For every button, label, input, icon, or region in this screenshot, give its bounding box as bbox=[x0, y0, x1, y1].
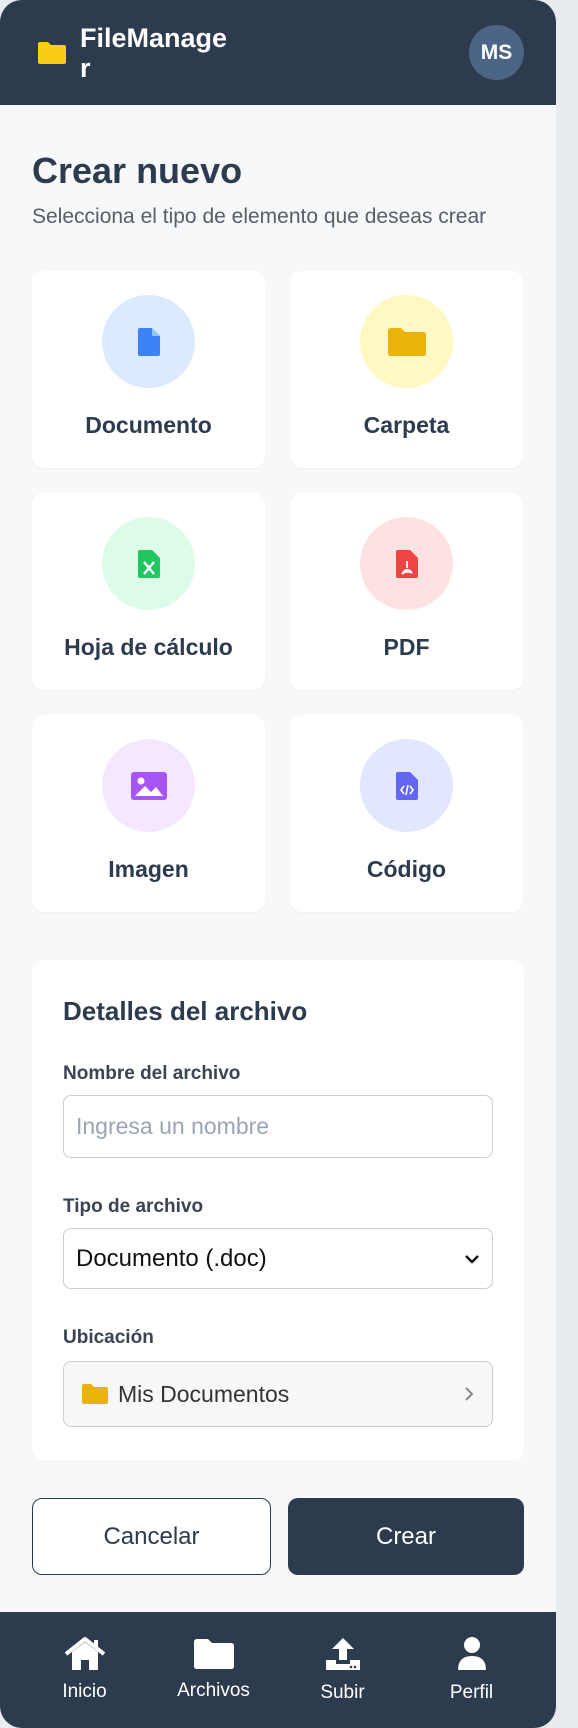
type-card-folder[interactable]: Carpeta bbox=[290, 271, 523, 468]
file-name-input[interactable] bbox=[63, 1095, 493, 1158]
avatar[interactable]: MS bbox=[469, 25, 524, 80]
nav-label: Archivos bbox=[177, 1680, 250, 1701]
pdf-icon bbox=[395, 549, 418, 578]
folder-icon bbox=[38, 41, 66, 64]
pdf-icon-circle bbox=[360, 517, 453, 610]
file-type-select[interactable]: Documento (.doc) bbox=[63, 1228, 493, 1289]
image-icon-circle bbox=[102, 739, 195, 832]
nav-label: Perfil bbox=[449, 1682, 494, 1703]
type-card-spreadsheet[interactable]: Hoja de cálculo bbox=[32, 493, 265, 690]
cancel-button[interactable]: Cancelar bbox=[32, 1498, 271, 1575]
type-label: Carpeta bbox=[363, 412, 450, 438]
brand[interactable]: FileManager bbox=[36, 23, 230, 83]
nav-item-upload[interactable]: Subir bbox=[288, 1636, 398, 1704]
folder-icon bbox=[387, 327, 426, 356]
upload-icon bbox=[325, 1638, 360, 1670]
type-card-code[interactable]: Código bbox=[290, 715, 523, 912]
type-label: Código bbox=[366, 856, 447, 882]
nav-item-home[interactable]: Inicio bbox=[30, 1637, 140, 1703]
document-icon bbox=[137, 327, 160, 356]
main-content: Crear nuevo Selecciona el tipo de elemen… bbox=[0, 149, 556, 1575]
user-icon bbox=[457, 1637, 486, 1670]
form-actions: Cancelar Crear bbox=[32, 1498, 524, 1575]
nav-item-profile[interactable]: Perfil bbox=[417, 1636, 527, 1704]
home-icon bbox=[64, 1637, 105, 1670]
document-icon-circle bbox=[102, 295, 195, 388]
location-selector[interactable]: Mis Documentos bbox=[63, 1361, 493, 1427]
nav-label: Inicio bbox=[62, 1681, 107, 1702]
type-label: Imagen bbox=[108, 856, 189, 882]
image-icon bbox=[130, 771, 167, 800]
folder-icon-circle bbox=[360, 295, 453, 388]
nav-item-files[interactable]: Archivos bbox=[159, 1638, 269, 1702]
app-header: FileManager MS bbox=[0, 0, 556, 105]
page-title: Crear nuevo bbox=[32, 150, 243, 191]
chevron-down-icon bbox=[465, 1254, 479, 1264]
details-title: Detalles del archivo bbox=[63, 996, 308, 1026]
location-label: Ubicación bbox=[63, 1327, 154, 1348]
file-type-value: Documento (.doc) bbox=[76, 1244, 267, 1272]
page-subtitle: Selecciona el tipo de elemento que desea… bbox=[32, 205, 487, 228]
bottom-nav: Inicio Archivos Subir Perfil bbox=[0, 1612, 556, 1728]
file-name-label: Nombre del archivo bbox=[63, 1063, 241, 1084]
file-type-label: Tipo de archivo bbox=[63, 1196, 204, 1217]
chevron-right-icon bbox=[465, 1387, 474, 1401]
type-grid: Documento Carpeta Hoja de cálculo PDF Im… bbox=[32, 271, 524, 912]
folder-icon bbox=[193, 1639, 234, 1669]
spreadsheet-icon-circle bbox=[102, 517, 195, 610]
app-screen: FileManager MS Crear nuevo Selecciona el… bbox=[0, 0, 556, 1728]
type-label: Documento bbox=[85, 412, 212, 438]
app-name: FileManager bbox=[80, 22, 228, 83]
code-icon-circle bbox=[360, 739, 453, 832]
type-card-document[interactable]: Documento bbox=[32, 271, 265, 468]
type-card-image[interactable]: Imagen bbox=[32, 715, 265, 912]
type-card-pdf[interactable]: PDF bbox=[290, 493, 523, 690]
spreadsheet-icon bbox=[137, 549, 160, 578]
create-button[interactable]: Crear bbox=[288, 1498, 524, 1575]
type-label: PDF bbox=[383, 634, 430, 660]
code-icon bbox=[395, 771, 418, 800]
file-details-panel: Detalles del archivo Nombre del archivo … bbox=[32, 960, 524, 1460]
type-label: Hoja de cálculo bbox=[64, 634, 233, 660]
location-value: Mis Documentos bbox=[118, 1380, 290, 1407]
nav-label: Subir bbox=[320, 1682, 365, 1703]
folder-icon bbox=[82, 1384, 108, 1404]
